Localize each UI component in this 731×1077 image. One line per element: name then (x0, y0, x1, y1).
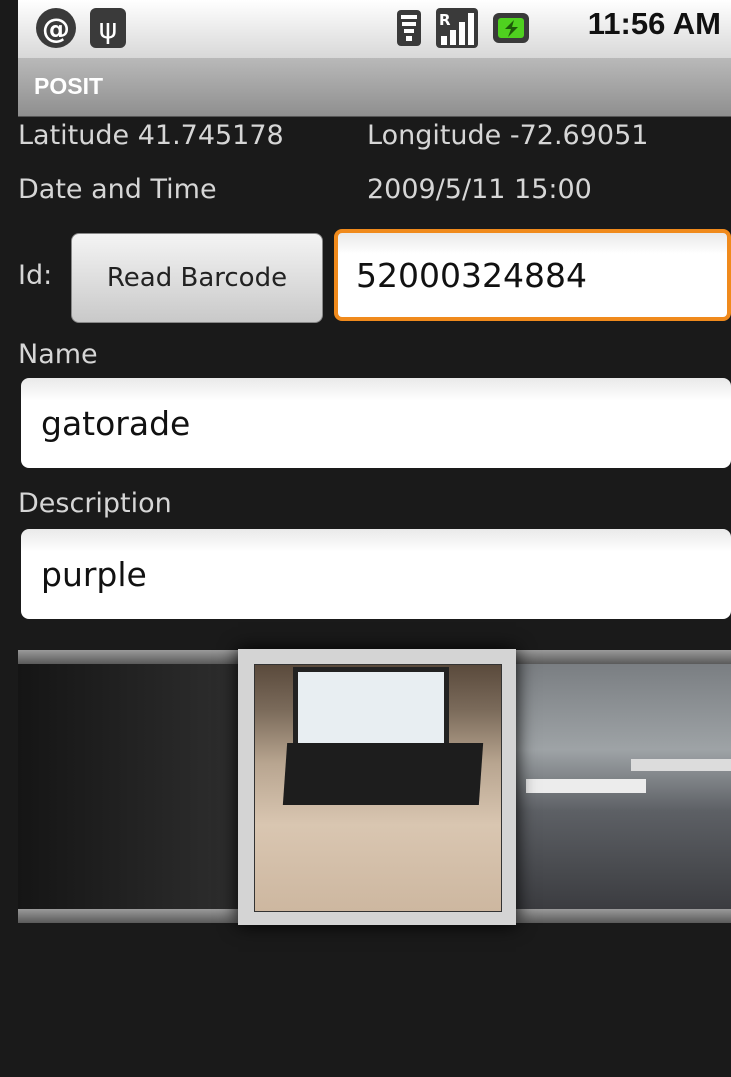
gallery-empty-slot (18, 664, 238, 909)
usb-icon: ψ (90, 8, 126, 48)
gallery-photo-laptop[interactable] (254, 664, 502, 912)
wifi-icon (396, 8, 422, 48)
datetime-label: Date and Time (18, 174, 217, 205)
read-barcode-button[interactable]: Read Barcode (71, 233, 323, 323)
latitude-label: Latitude 41.745178 (18, 120, 284, 151)
classroom-desk (526, 779, 646, 793)
status-bar: @ ψ R 11:56 AM (18, 0, 731, 58)
name-field[interactable]: gatorade (21, 378, 731, 468)
app-title-bar: POSIT (18, 58, 731, 117)
classroom-desk (631, 759, 731, 771)
description-label: Description (18, 488, 172, 519)
clock: 11:56 AM (587, 6, 721, 41)
photo-gallery[interactable] (18, 647, 731, 927)
datetime-value: 2009/5/11 15:00 (367, 174, 592, 205)
main-content: Latitude 41.745178 Longitude -72.69051 D… (18, 117, 731, 1077)
roaming-signal-icon: R (436, 8, 478, 48)
gallery-selected-frame[interactable] (238, 649, 516, 925)
description-field[interactable]: purple (21, 529, 731, 619)
keyboard-shape (282, 743, 484, 805)
svg-text:R: R (439, 11, 451, 29)
app-title: POSIT (34, 73, 104, 99)
name-label: Name (18, 339, 98, 370)
gallery-photo-classroom[interactable] (516, 664, 731, 909)
at-sign-icon: @ (36, 8, 76, 48)
battery-charging-icon (492, 8, 532, 48)
id-field[interactable]: 52000324884 (334, 229, 731, 321)
id-label: Id: (18, 260, 53, 291)
longitude-label: Longitude -72.69051 (367, 120, 649, 151)
